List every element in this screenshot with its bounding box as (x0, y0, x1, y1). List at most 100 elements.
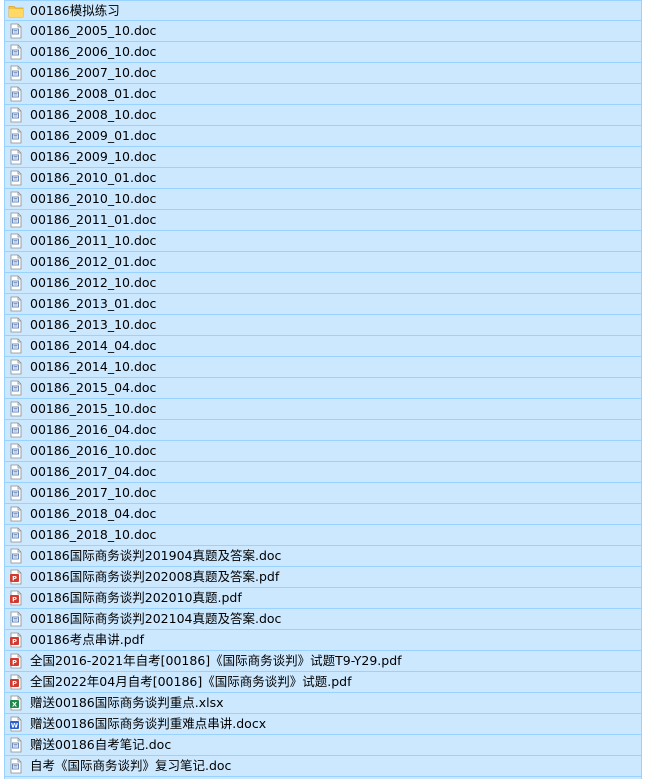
file-name: 00186模拟练习 (30, 2, 120, 18)
file-name: 00186_2007_10.doc (30, 65, 157, 80)
file-item[interactable]: 00186_2012_10.doc (5, 273, 641, 294)
file-name: 00186国际商务谈判202010真题.pdf (30, 590, 242, 605)
doc-icon (5, 86, 30, 102)
pdf-icon: P (5, 674, 30, 690)
file-item[interactable]: 00186_2012_01.doc (5, 252, 641, 273)
svg-text:X: X (12, 701, 17, 709)
file-name: 00186_2005_10.doc (30, 23, 157, 38)
file-name: 00186_2008_01.doc (30, 86, 157, 101)
file-item[interactable]: 00186_2006_10.doc (5, 42, 641, 63)
file-item[interactable]: 00186_2008_01.doc (5, 84, 641, 105)
doc-icon (5, 254, 30, 270)
file-name: 00186_2010_10.doc (30, 191, 157, 206)
file-item[interactable]: W 赠送00186国际商务谈判重难点串讲.docx (5, 714, 641, 735)
file-item[interactable]: 00186_2014_04.doc (5, 336, 641, 357)
file-item[interactable]: 00186_2014_10.doc (5, 357, 641, 378)
file-item[interactable]: 00186_2018_10.doc (5, 525, 641, 546)
svg-text:W: W (11, 722, 18, 730)
file-item[interactable]: 00186_2011_01.doc (5, 210, 641, 231)
file-item[interactable]: 自考《国际商务谈判》复习笔记.doc (5, 756, 641, 777)
file-item[interactable]: 00186_2007_10.doc (5, 63, 641, 84)
xlsx-icon: X (5, 695, 30, 711)
svg-text:P: P (12, 680, 17, 688)
file-item[interactable]: P 00186国际商务谈判202010真题.pdf (5, 588, 641, 609)
doc-icon (5, 212, 30, 228)
file-item[interactable]: 00186国际商务谈判202104真题及答案.doc (5, 609, 641, 630)
doc-icon (5, 44, 30, 60)
doc-icon (5, 611, 30, 627)
file-item[interactable]: 00186_2017_04.doc (5, 462, 641, 483)
file-name: 全国2016-2021年自考[00186]《国际商务谈判》试题T9-Y29.pd… (30, 653, 402, 668)
file-name: 赠送00186国际商务谈判重难点串讲.docx (30, 716, 267, 731)
file-name: 00186_2018_04.doc (30, 506, 157, 521)
file-name: 00186_2018_10.doc (30, 527, 157, 542)
file-item[interactable]: 00186_2009_10.doc (5, 147, 641, 168)
file-name: 00186_2013_10.doc (30, 317, 157, 332)
file-name: 00186_2014_10.doc (30, 359, 157, 374)
file-item[interactable]: X 赠送00186国际商务谈判重点.xlsx (5, 693, 641, 714)
file-name: 自考《国际商务谈判》复习笔记.doc (30, 758, 232, 773)
file-item[interactable]: 00186_2016_04.doc (5, 420, 641, 441)
file-item[interactable]: 00186_2018_04.doc (5, 504, 641, 525)
doc-icon (5, 758, 30, 774)
file-name: 00186_2013_01.doc (30, 296, 157, 311)
file-name: 赠送00186自考笔记.doc (30, 737, 172, 752)
doc-icon (5, 170, 30, 186)
file-item[interactable]: 00186_2016_10.doc (5, 441, 641, 462)
file-name: 00186_2011_01.doc (30, 212, 157, 227)
file-item[interactable]: P 全国2016-2021年自考[00186]《国际商务谈判》试题T9-Y29.p… (5, 651, 641, 672)
file-name: 00186_2009_10.doc (30, 149, 157, 164)
doc-icon (5, 149, 30, 165)
file-name: 00186国际商务谈判201904真题及答案.doc (30, 548, 282, 563)
svg-text:P: P (12, 659, 17, 667)
doc-icon (5, 275, 30, 291)
file-item[interactable]: 00186_2013_01.doc (5, 294, 641, 315)
svg-text:P: P (12, 596, 17, 604)
doc-icon (5, 485, 30, 501)
doc-icon (5, 359, 30, 375)
file-item[interactable]: 00186_2017_10.doc (5, 483, 641, 504)
doc-icon (5, 506, 30, 522)
pdf-icon: P (5, 590, 30, 606)
doc-icon (5, 296, 30, 312)
file-item[interactable]: P 00186国际商务谈判202008真题及答案.pdf (5, 567, 641, 588)
file-item[interactable]: 00186_2005_10.doc (5, 21, 641, 42)
file-name: 00186_2015_04.doc (30, 380, 157, 395)
folder-icon (5, 3, 30, 19)
doc-icon (5, 128, 30, 144)
doc-icon (5, 464, 30, 480)
svg-text:P: P (12, 575, 17, 583)
file-item[interactable]: 00186国际商务谈判201904真题及答案.doc (5, 546, 641, 567)
file-name: 00186_2015_10.doc (30, 401, 157, 416)
file-name: 00186国际商务谈判202008真题及答案.pdf (30, 569, 280, 584)
file-item[interactable]: 00186_2009_01.doc (5, 126, 641, 147)
pdf-icon: P (5, 569, 30, 585)
folder-item[interactable]: 00186模拟练习 (5, 0, 641, 21)
file-item[interactable]: 00186_2015_10.doc (5, 399, 641, 420)
doc-icon (5, 107, 30, 123)
file-name: 00186_2016_04.doc (30, 422, 157, 437)
doc-icon (5, 737, 30, 753)
file-item[interactable]: 00186_2011_10.doc (5, 231, 641, 252)
file-name: 00186考点串讲.pdf (30, 632, 145, 647)
file-item[interactable]: 00186_2010_01.doc (5, 168, 641, 189)
file-item[interactable]: P 00186考点串讲.pdf (5, 630, 641, 651)
file-item[interactable]: 00186_2015_04.doc (5, 378, 641, 399)
file-name: 00186_2017_10.doc (30, 485, 157, 500)
file-name: 00186_2009_01.doc (30, 128, 157, 143)
file-name: 00186_2016_10.doc (30, 443, 157, 458)
doc-icon (5, 548, 30, 564)
file-item[interactable]: 00186_2010_10.doc (5, 189, 641, 210)
file-name: 00186_2006_10.doc (30, 44, 157, 59)
file-item[interactable]: P 全国2022年04月自考[00186]《国际商务谈判》试题.pdf (5, 672, 641, 693)
pdf-icon: P (5, 653, 30, 669)
doc-icon (5, 422, 30, 438)
file-name: 00186_2017_04.doc (30, 464, 157, 479)
doc-icon (5, 65, 30, 81)
doc-icon (5, 527, 30, 543)
file-item[interactable]: 00186_2013_10.doc (5, 315, 641, 336)
file-name: 00186_2011_10.doc (30, 233, 157, 248)
file-item[interactable]: 00186_2008_10.doc (5, 105, 641, 126)
file-name: 00186国际商务谈判202104真题及答案.doc (30, 611, 282, 626)
file-item[interactable]: 赠送00186自考笔记.doc (5, 735, 641, 756)
